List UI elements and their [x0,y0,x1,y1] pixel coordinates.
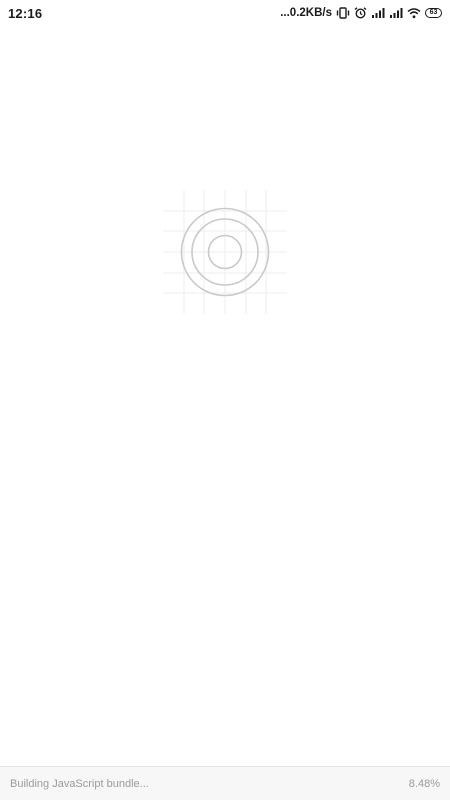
splash-logo-icon [163,190,287,314]
network-speed: ...0.2KB/s [280,7,332,19]
battery-icon: 63 [425,8,442,18]
bundle-status-text: Building JavaScript bundle... [10,777,149,790]
alarm-icon [354,7,367,19]
vibrate-icon [336,7,350,19]
status-icons: ...0.2KB/s 63 [280,7,442,19]
app-screen: 12:16 ...0.2KB/s 63 Building JavaScript … [0,0,450,800]
bundle-progress-bar: Building JavaScript bundle... 8.48% [0,766,450,800]
signal-icon [371,7,385,19]
bundle-progress-text: 8.48% [408,777,440,790]
status-time: 12:16 [8,5,43,21]
signal-icon [389,7,403,19]
battery-level: 63 [425,8,442,18]
status-bar: 12:16 ...0.2KB/s 63 [0,0,450,26]
wifi-icon [407,7,421,19]
